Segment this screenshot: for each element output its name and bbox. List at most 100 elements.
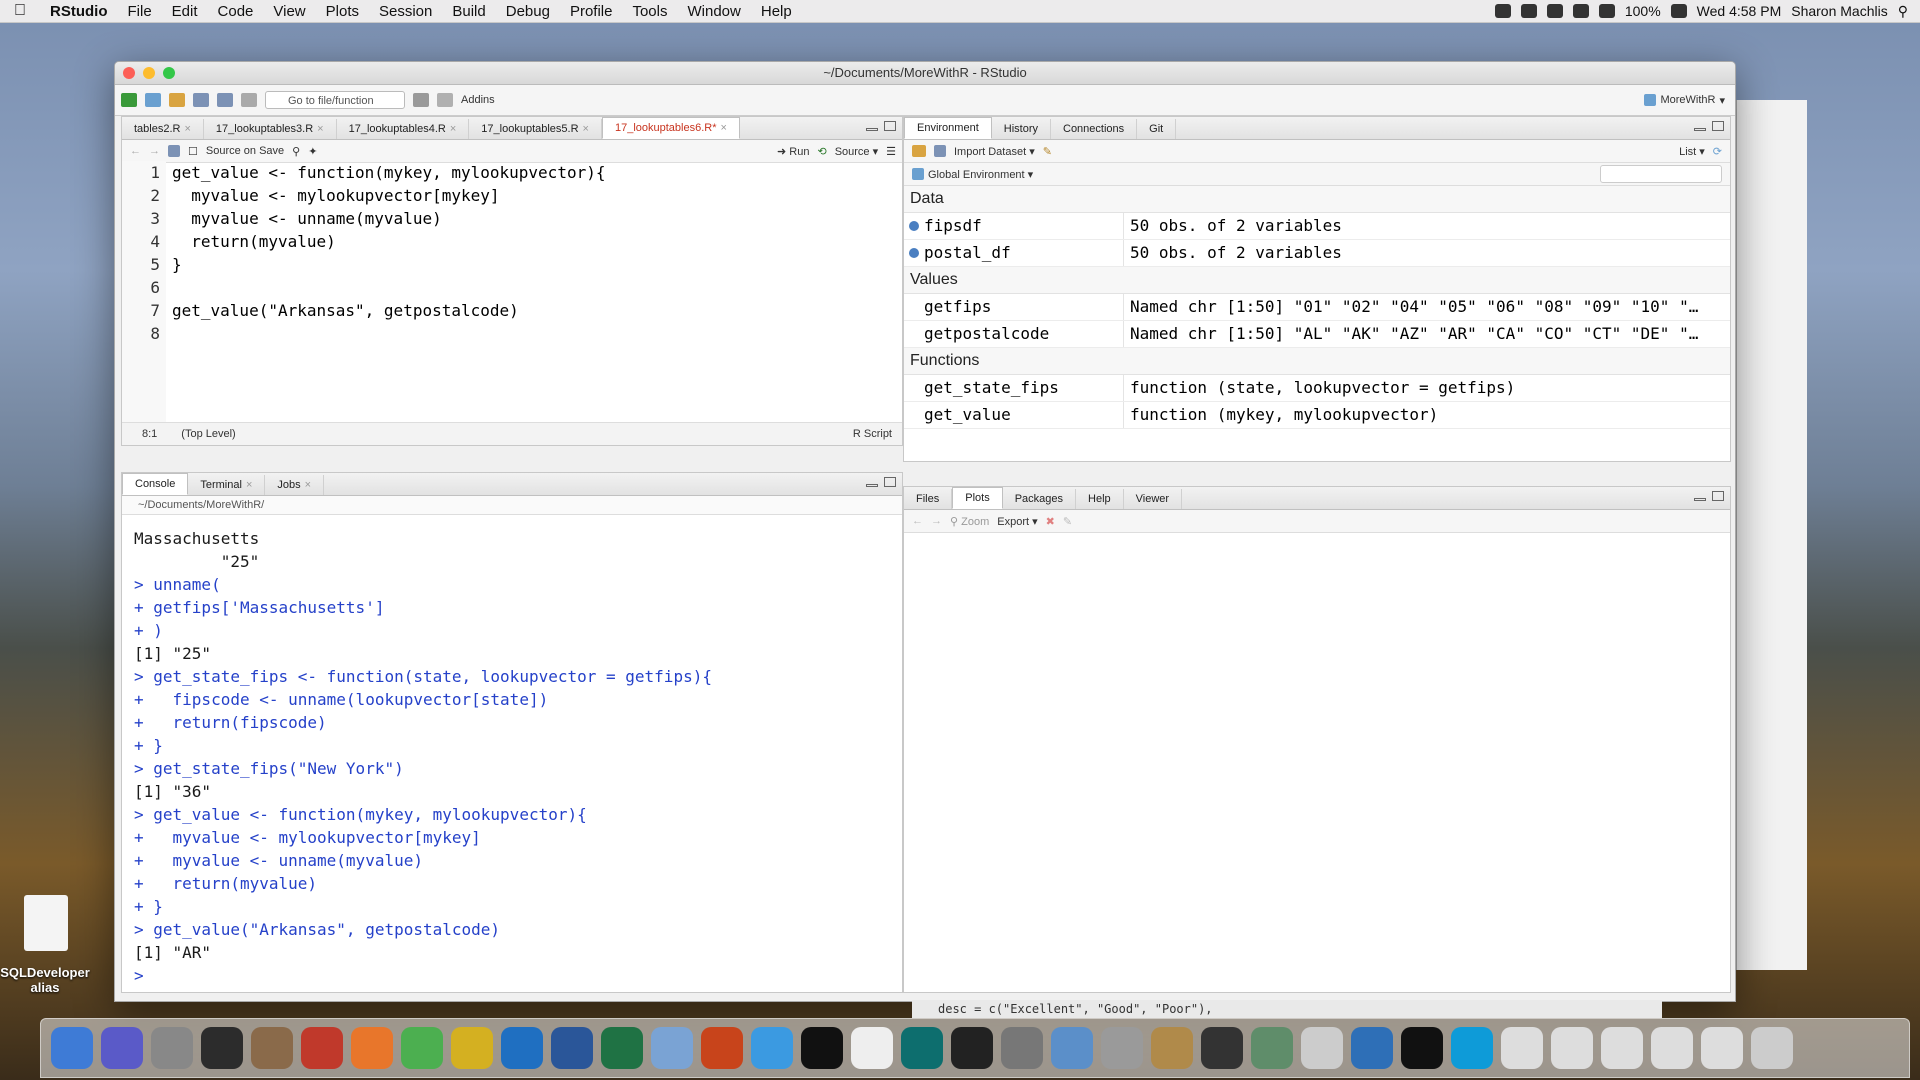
app-icon[interactable]: [1151, 1027, 1193, 1069]
maximize-pane-icon[interactable]: [884, 477, 896, 487]
tab-help[interactable]: Help: [1076, 489, 1124, 509]
save-icon[interactable]: [168, 145, 180, 157]
back-arrow-icon[interactable]: ←: [912, 515, 923, 527]
activity-monitor-icon[interactable]: [951, 1027, 993, 1069]
forward-arrow-icon[interactable]: →: [149, 145, 160, 157]
vcs-icon[interactable]: [413, 93, 429, 107]
grid-layout-icon[interactable]: [437, 93, 453, 107]
console-icon[interactable]: [1201, 1027, 1243, 1069]
code-line[interactable]: [172, 322, 605, 345]
save-workspace-icon[interactable]: [934, 145, 946, 157]
tab-plots[interactable]: Plots: [952, 487, 1003, 509]
desktop-icon-label[interactable]: SQLDeveloper alias: [0, 965, 90, 995]
zoom-button[interactable]: ⚲ Zoom: [950, 515, 989, 528]
env-search-input[interactable]: [1600, 165, 1722, 183]
file-type-selector[interactable]: R Script: [853, 428, 892, 440]
console-output[interactable]: Massachusetts "25" > unname( + getfips['…: [122, 527, 902, 992]
time-machine-icon[interactable]: [901, 1027, 943, 1069]
code-editor[interactable]: 1 2 3 4 5 6 7 8 get_value <- function(my…: [122, 161, 902, 423]
wifi-icon[interactable]: [1572, 4, 1589, 18]
forward-arrow-icon[interactable]: →: [931, 515, 942, 527]
excel-icon[interactable]: [601, 1027, 643, 1069]
expand-icon[interactable]: [909, 221, 919, 231]
save-all-icon[interactable]: [217, 93, 233, 107]
new-project-icon[interactable]: [145, 93, 161, 107]
app-icon[interactable]: [851, 1027, 893, 1069]
app-icon[interactable]: [1401, 1027, 1443, 1069]
close-icon[interactable]: ×: [184, 123, 190, 135]
terminal-icon[interactable]: [801, 1027, 843, 1069]
app-icon[interactable]: [1351, 1027, 1393, 1069]
view-mode-selector[interactable]: List ▾: [1679, 145, 1705, 158]
tab-files[interactable]: Files: [904, 489, 953, 509]
menu-profile[interactable]: Profile: [560, 3, 623, 20]
tab-file[interactable]: 17_lookuptables4.R ×: [337, 119, 470, 139]
apple-icon[interactable]: : [0, 2, 40, 20]
minimize-pane-icon[interactable]: [1694, 498, 1706, 501]
powerpoint-icon[interactable]: [701, 1027, 743, 1069]
tab-history[interactable]: History: [992, 119, 1051, 139]
filezilla-icon[interactable]: [301, 1027, 343, 1069]
refresh-icon[interactable]: ⟳: [1713, 145, 1722, 158]
code-line[interactable]: get_value("Arkansas", getpostalcode): [172, 299, 605, 322]
close-icon[interactable]: ×: [317, 123, 323, 135]
tab-environment[interactable]: Environment: [904, 117, 992, 139]
rstudio-icon[interactable]: [651, 1027, 693, 1069]
menu-build[interactable]: Build: [442, 3, 495, 20]
menu-window[interactable]: Window: [678, 3, 751, 20]
menu-edit[interactable]: Edit: [162, 3, 208, 20]
app-icon[interactable]: [251, 1027, 293, 1069]
run-button[interactable]: ➜ Run: [777, 145, 809, 158]
calculator-icon[interactable]: [1101, 1027, 1143, 1069]
rerun-icon[interactable]: ⟲: [817, 145, 826, 158]
app-icon[interactable]: [1251, 1027, 1293, 1069]
status-icon[interactable]: [1520, 4, 1537, 18]
firefox-icon[interactable]: [351, 1027, 393, 1069]
menu-view[interactable]: View: [263, 3, 315, 20]
outline-icon[interactable]: ☰: [886, 145, 896, 158]
env-row[interactable]: getpostalcode Named chr [1:50] "AL" "AK"…: [904, 321, 1730, 348]
back-arrow-icon[interactable]: ←: [130, 145, 141, 157]
maximize-pane-icon[interactable]: [884, 121, 896, 131]
env-row[interactable]: postal_df 50 obs. of 2 variables: [904, 240, 1730, 267]
minimize-pane-icon[interactable]: [1694, 128, 1706, 131]
code-line[interactable]: }: [172, 253, 605, 276]
minimize-pane-icon[interactable]: [866, 484, 878, 487]
word-icon[interactable]: [551, 1027, 593, 1069]
battery-percent[interactable]: 100%: [1625, 3, 1661, 19]
tab-viewer[interactable]: Viewer: [1124, 489, 1183, 509]
document-icon[interactable]: [1601, 1027, 1643, 1069]
document-icon[interactable]: [1701, 1027, 1743, 1069]
app-icon[interactable]: [451, 1027, 493, 1069]
app-icon[interactable]: [1051, 1027, 1093, 1069]
menu-code[interactable]: Code: [208, 3, 264, 20]
volume-icon[interactable]: [1598, 4, 1615, 18]
addins-menu[interactable]: Addins: [461, 94, 495, 106]
load-workspace-icon[interactable]: [912, 145, 926, 157]
menu-tools[interactable]: Tools: [622, 3, 677, 20]
console-prompt[interactable]: >: [134, 964, 902, 987]
maximize-pane-icon[interactable]: [1712, 121, 1724, 131]
safari-icon[interactable]: [751, 1027, 793, 1069]
broom-icon[interactable]: ✎: [1043, 145, 1052, 158]
env-row[interactable]: get_state_fips function (state, lookupve…: [904, 375, 1730, 402]
menu-debug[interactable]: Debug: [496, 3, 560, 20]
tab-file-active[interactable]: 17_lookuptables6.R* ×: [601, 117, 740, 139]
spotlight-icon[interactable]: ⚲: [1898, 3, 1908, 20]
remove-plot-icon[interactable]: ✖: [1046, 515, 1055, 528]
code-line[interactable]: myvalue <- mylookupvector[mykey]: [172, 184, 605, 207]
import-dataset-button[interactable]: Import Dataset ▾: [954, 145, 1035, 158]
tab-file[interactable]: 17_lookuptables5.R ×: [469, 119, 602, 139]
code-line[interactable]: return(myvalue): [172, 230, 605, 253]
document-icon[interactable]: [1651, 1027, 1693, 1069]
minimize-pane-icon[interactable]: [866, 128, 878, 131]
maximize-pane-icon[interactable]: [1712, 491, 1724, 501]
siri-icon[interactable]: [101, 1027, 143, 1069]
user-name[interactable]: Sharon Machlis: [1791, 3, 1888, 19]
tab-console[interactable]: Console: [122, 473, 189, 495]
tab-terminal[interactable]: Terminal ×: [188, 475, 266, 495]
source-on-save-checkbox[interactable]: ☐: [188, 145, 198, 158]
close-icon[interactable]: [123, 67, 135, 79]
clock[interactable]: Wed 4:58 PM: [1697, 3, 1782, 19]
env-row[interactable]: get_value function (mykey, mylookupvecto…: [904, 402, 1730, 429]
